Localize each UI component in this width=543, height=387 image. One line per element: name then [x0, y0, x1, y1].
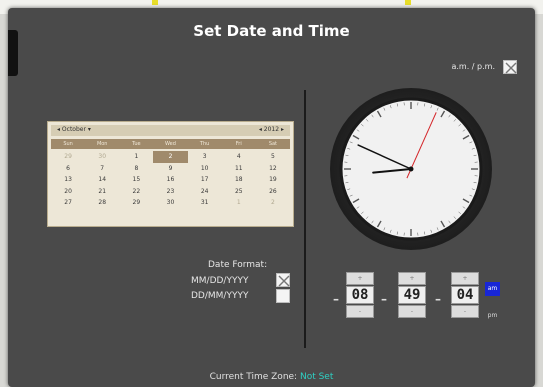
calendar-day[interactable]: 25 [222, 186, 256, 198]
calendar-day[interactable]: 16 [153, 174, 187, 186]
am-button[interactable]: am [485, 282, 500, 296]
year-label: 2012 [263, 126, 280, 133]
date-format-title: Date Format: [208, 260, 268, 270]
timezone-label: Current Time Zone: [209, 372, 298, 382]
calendar-day[interactable]: 24 [188, 186, 222, 198]
calendar-day[interactable]: 2 [153, 151, 188, 163]
analog-clock [330, 88, 492, 250]
hour-up-button[interactable]: + [346, 272, 374, 285]
calendar-day[interactable]: 11 [222, 163, 256, 175]
calendar-day[interactable]: 29 [51, 151, 85, 163]
month-label: October [61, 126, 86, 133]
checkbox-x-icon [505, 62, 517, 74]
separator-dot: – [333, 292, 339, 306]
top-marker [152, 0, 158, 5]
weekday-label: Sun [63, 141, 73, 147]
day-grid: 29 30 1 2 3 4 5 6 7 8 9 10 11 12 13 14 15 16 17 18 19 20 21 22 2… [51, 151, 290, 209]
weekday-label: Wed [165, 141, 176, 147]
calendar-day[interactable]: 7 [85, 163, 119, 175]
calendar-day[interactable]: 15 [119, 174, 153, 186]
calendar-day[interactable]: 29 [119, 197, 153, 209]
calendar-day[interactable]: 1 [119, 151, 153, 163]
calendar-day[interactable]: 23 [153, 186, 187, 198]
calendar-day[interactable]: 8 [119, 163, 153, 175]
clock-face-icon [339, 97, 483, 241]
timezone-status: Current Time Zone: Not Set [8, 372, 535, 382]
calendar: ◂ October ▾ ◂ 2012 ▸ Sun Mon Tue Wed Thu Fri S… [47, 121, 294, 227]
calendar-day[interactable]: 9 [153, 163, 187, 175]
calendar-day[interactable]: 13 [51, 174, 85, 186]
calendar-day[interactable]: 21 [85, 186, 119, 198]
weekday-label: Thu [199, 141, 210, 147]
calendar-day[interactable]: 22 [119, 186, 153, 198]
ampm-checkbox[interactable] [503, 60, 517, 74]
calendar-day[interactable]: 4 [222, 151, 256, 163]
weekday-label: Tue [132, 141, 141, 147]
dialog-title: Set Date and Time [193, 22, 350, 40]
weekday-label: Fri [235, 141, 242, 147]
column-divider [304, 90, 306, 348]
checkbox-x-icon [278, 275, 290, 287]
second-value[interactable]: 04 [451, 286, 479, 304]
minute-down-button[interactable]: - [398, 305, 426, 318]
minute-value[interactable]: 49 [398, 286, 426, 304]
hour-down-button[interactable]: - [346, 305, 374, 318]
year-selector[interactable]: ◂ 2012 ▸ [259, 126, 284, 133]
hour-value[interactable]: 08 [346, 286, 374, 304]
calendar-day[interactable]: 30 [85, 151, 119, 163]
format-checkbox-ddmmyyyy[interactable] [276, 289, 290, 303]
calendar-day[interactable]: 31 [188, 197, 222, 209]
weekday-row: Sun Mon Tue Wed Thu Fri Sat [51, 139, 290, 149]
separator-colon: – [435, 292, 441, 306]
separator-colon: – [381, 292, 387, 306]
calendar-day[interactable]: 18 [222, 174, 256, 186]
calendar-day[interactable]: 3 [188, 151, 222, 163]
calendar-day[interactable]: 26 [256, 186, 290, 198]
format-checkbox-mmddyyyy[interactable] [276, 273, 290, 287]
calendar-day[interactable]: 17 [188, 174, 222, 186]
calendar-day[interactable]: 30 [153, 197, 187, 209]
calendar-day[interactable]: 1 [222, 197, 256, 209]
weekday-label: Mon [96, 141, 108, 147]
calendar-day[interactable]: 2 [256, 197, 290, 209]
calendar-day[interactable]: 12 [256, 163, 290, 175]
calendar-day[interactable]: 10 [188, 163, 222, 175]
calendar-header: ◂ October ▾ ◂ 2012 ▸ [51, 125, 290, 136]
second-up-button[interactable]: + [451, 272, 479, 285]
calendar-day[interactable]: 20 [51, 186, 85, 198]
minute-up-button[interactable]: + [398, 272, 426, 285]
calendar-day[interactable]: 6 [51, 163, 85, 175]
format-label-ddmmyyyy: DD/MM/YYYY [191, 291, 249, 301]
format-label-mmddyyyy: MM/DD/YYYY [191, 276, 249, 286]
timezone-value[interactable]: Not Set [300, 372, 333, 382]
month-selector[interactable]: ◂ October ▾ [57, 126, 91, 133]
calendar-day[interactable]: 28 [85, 197, 119, 209]
calendar-day[interactable]: 5 [256, 151, 290, 163]
top-marker [405, 0, 411, 5]
weekday-label: Sat [268, 141, 278, 147]
pm-button[interactable]: pm [485, 310, 500, 322]
calendar-day[interactable]: 27 [51, 197, 85, 209]
date-time-dialog: Set Date and Time a.m. / p.m. ◂ October … [8, 8, 535, 387]
calendar-day[interactable]: 19 [256, 174, 290, 186]
second-down-button[interactable]: - [451, 305, 479, 318]
calendar-day[interactable]: 14 [85, 174, 119, 186]
clock-pivot [408, 166, 414, 172]
ampm-label: a.m. / p.m. [451, 62, 495, 71]
